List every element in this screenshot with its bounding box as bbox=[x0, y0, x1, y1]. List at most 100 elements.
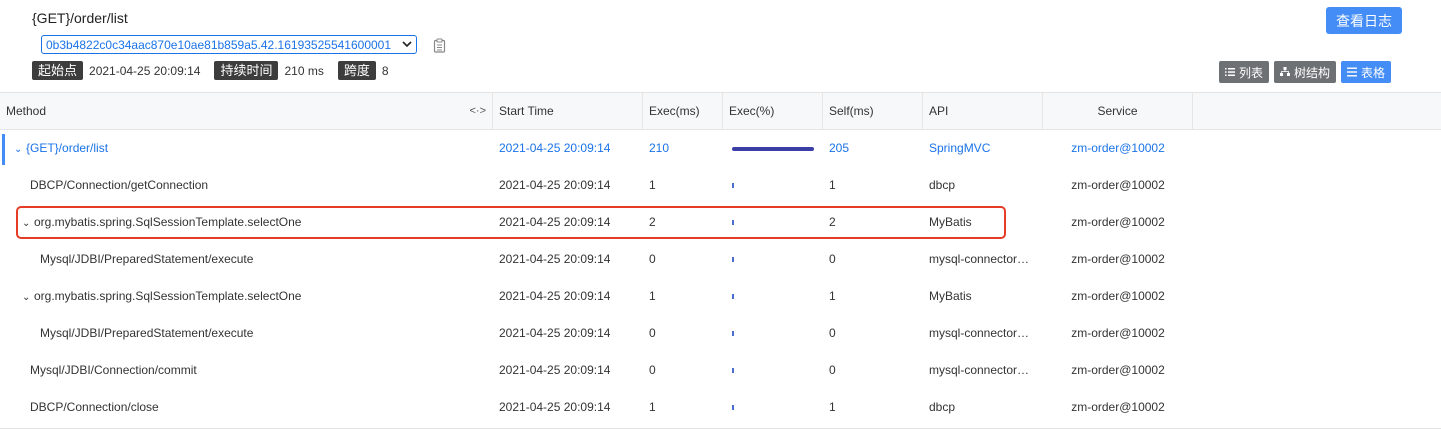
cell-method: Mysql/JDBI/PreparedStatement/execute bbox=[40, 315, 490, 352]
cell-self-ms: 1 bbox=[829, 178, 836, 192]
cell-exec-ms: 1 bbox=[649, 289, 656, 303]
copy-icon[interactable] bbox=[433, 38, 446, 53]
method-name: {GET}/order/list bbox=[26, 141, 109, 155]
cell-self-ms: 1 bbox=[829, 289, 836, 303]
exec-percent-fill bbox=[732, 147, 814, 151]
view-log-button[interactable]: 查看日志 bbox=[1326, 7, 1402, 34]
cell-service: zm-order@10002 bbox=[1071, 363, 1165, 377]
column-start-time[interactable]: Start Time bbox=[493, 93, 643, 130]
trace-id-value: 0b3b4822c0c34aac870e10ae81b859a5.42.1619… bbox=[46, 37, 392, 52]
method-name: Mysql/JDBI/Connection/commit bbox=[30, 363, 197, 377]
cell-api: mysql-connector… bbox=[929, 326, 1030, 340]
exec-percent-bar bbox=[732, 294, 734, 299]
list-icon bbox=[1225, 68, 1235, 76]
column-self-ms[interactable]: Self(ms) bbox=[823, 93, 923, 130]
table-row[interactable]: Mysql/JDBI/PreparedStatement/execute 2021… bbox=[0, 241, 1441, 278]
exec-percent-bar bbox=[732, 257, 734, 262]
trace-table: Method <·> Start Time Exec(ms) Exec(%) S… bbox=[0, 92, 1441, 429]
column-exec-ms[interactable]: Exec(ms) bbox=[643, 93, 723, 130]
table-row[interactable]: Mysql/JDBI/PreparedStatement/execute 2021… bbox=[0, 315, 1441, 352]
span-count-tag: 跨度 bbox=[337, 61, 376, 80]
table-row[interactable]: ⌄ {GET}/order/list 2021-04-25 20:09:14 210 2… bbox=[0, 130, 1441, 167]
table-row[interactable]: ⌄ org.mybatis.spring.SqlSessionTemplate.s… bbox=[0, 278, 1441, 315]
cell-self-ms: 0 bbox=[829, 363, 836, 377]
column-api[interactable]: API bbox=[923, 93, 1043, 130]
chevron-down-icon bbox=[402, 41, 412, 48]
duration-tag: 持续时间 bbox=[214, 61, 279, 80]
cell-start-time: 2021-04-25 20:09:14 bbox=[499, 363, 611, 377]
cell-service: zm-order@10002 bbox=[1071, 178, 1165, 192]
highlight-box bbox=[16, 206, 1006, 239]
cell-api: mysql-connector… bbox=[929, 363, 1030, 377]
column-service[interactable]: Service bbox=[1043, 93, 1193, 130]
method-name: Mysql/JDBI/PreparedStatement/execute bbox=[40, 252, 254, 266]
cell-method: Mysql/JDBI/Connection/commit bbox=[30, 352, 490, 389]
table-view-label: 表格 bbox=[1361, 65, 1386, 80]
method-name: DBCP/Connection/getConnection bbox=[30, 178, 209, 192]
cell-start-time: 2021-04-25 20:09:14 bbox=[499, 326, 611, 340]
start-point-value: 2021-04-25 20:09:14 bbox=[89, 63, 201, 78]
cell-exec-ms: 210 bbox=[649, 141, 670, 155]
exec-percent-bar bbox=[732, 183, 734, 188]
cell-method: DBCP/Connection/getConnection bbox=[30, 167, 490, 204]
table-row[interactable]: DBCP/Connection/getConnection 2021-04-25 … bbox=[0, 167, 1441, 204]
list-view-button[interactable]: 列表 bbox=[1219, 61, 1270, 83]
method-name: DBCP/Connection/close bbox=[30, 400, 159, 414]
cell-self-ms: 0 bbox=[829, 326, 836, 340]
cell-api: SpringMVC bbox=[929, 141, 991, 155]
cell-start-time: 2021-04-25 20:09:14 bbox=[499, 400, 611, 414]
cell-api: mysql-connector… bbox=[929, 252, 1030, 266]
cell-api: MyBatis bbox=[929, 289, 972, 303]
cell-exec-ms: 0 bbox=[649, 252, 656, 266]
method-name: org.mybatis.spring.SqlSessionTemplate.se… bbox=[34, 289, 302, 303]
cell-method: Mysql/JDBI/PreparedStatement/execute bbox=[40, 241, 490, 278]
table-icon bbox=[1347, 67, 1358, 77]
cell-start-time: 2021-04-25 20:09:14 bbox=[499, 252, 611, 266]
exec-percent-bar bbox=[732, 405, 734, 410]
exec-percent-bar bbox=[732, 368, 734, 373]
cell-service: zm-order@10002 bbox=[1071, 289, 1165, 303]
cell-self-ms: 1 bbox=[829, 400, 836, 414]
cell-self-ms: 0 bbox=[829, 252, 836, 266]
cell-exec-ms: 1 bbox=[649, 400, 656, 414]
duration-value: 210 ms bbox=[284, 63, 324, 78]
cell-exec-ms: 1 bbox=[649, 178, 656, 192]
cell-service: zm-order@10002 bbox=[1071, 400, 1165, 414]
cell-self-ms: 205 bbox=[829, 141, 850, 155]
cell-method: ⌄ org.mybatis.spring.SqlSessionTemplate.s… bbox=[22, 278, 490, 315]
cell-service: zm-order@10002 bbox=[1071, 215, 1165, 229]
page-title: {GET}/order/list bbox=[32, 10, 128, 26]
cell-method: DBCP/Connection/close bbox=[30, 389, 490, 426]
trace-id-select[interactable]: 0b3b4822c0c34aac870e10ae81b859a5.42.1619… bbox=[41, 35, 417, 54]
exec-percent-bar bbox=[732, 331, 734, 336]
view-mode-toggle: 列表 树结构 表格 bbox=[1219, 61, 1392, 83]
table-row[interactable]: Mysql/JDBI/Connection/commit 2021-04-25 2… bbox=[0, 352, 1441, 389]
cell-service: zm-order@10002 bbox=[1071, 326, 1165, 340]
table-header: Method <·> Start Time Exec(ms) Exec(%) S… bbox=[0, 93, 1441, 130]
expand-caret-icon[interactable]: ⌄ bbox=[22, 279, 34, 315]
cell-exec-ms: 0 bbox=[649, 363, 656, 377]
tree-icon bbox=[1280, 67, 1291, 76]
cell-start-time: 2021-04-25 20:09:14 bbox=[499, 289, 611, 303]
trace-meta: 起始点 2021-04-25 20:09:14 持续时间 210 ms 跨度 8 bbox=[32, 61, 403, 80]
method-name: Mysql/JDBI/PreparedStatement/execute bbox=[40, 326, 254, 340]
cell-exec-ms: 0 bbox=[649, 326, 656, 340]
cell-service: zm-order@10002 bbox=[1071, 252, 1165, 266]
expand-caret-icon[interactable]: ⌄ bbox=[14, 131, 26, 167]
table-view-button[interactable]: 表格 bbox=[1341, 61, 1392, 83]
start-point-tag: 起始点 bbox=[32, 61, 84, 80]
cell-api: dbcp bbox=[929, 178, 956, 192]
column-exec-pct[interactable]: Exec(%) bbox=[723, 93, 823, 130]
cell-api: dbcp bbox=[929, 400, 956, 414]
tree-view-button[interactable]: 树结构 bbox=[1274, 61, 1337, 83]
tree-view-label: 树结构 bbox=[1294, 65, 1331, 80]
column-method[interactable]: Method <·> bbox=[0, 93, 493, 130]
column-method-label: Method bbox=[6, 104, 47, 118]
table-row[interactable]: DBCP/Connection/close 2021-04-25 20:09:14… bbox=[0, 389, 1441, 426]
cell-service: zm-order@10002 bbox=[1071, 141, 1165, 155]
column-resize-icon[interactable]: <·> bbox=[469, 93, 486, 129]
list-view-label: 列表 bbox=[1239, 65, 1264, 80]
cell-start-time: 2021-04-25 20:09:14 bbox=[499, 141, 611, 155]
exec-percent-bar bbox=[732, 147, 814, 151]
span-count-value: 8 bbox=[381, 63, 389, 78]
